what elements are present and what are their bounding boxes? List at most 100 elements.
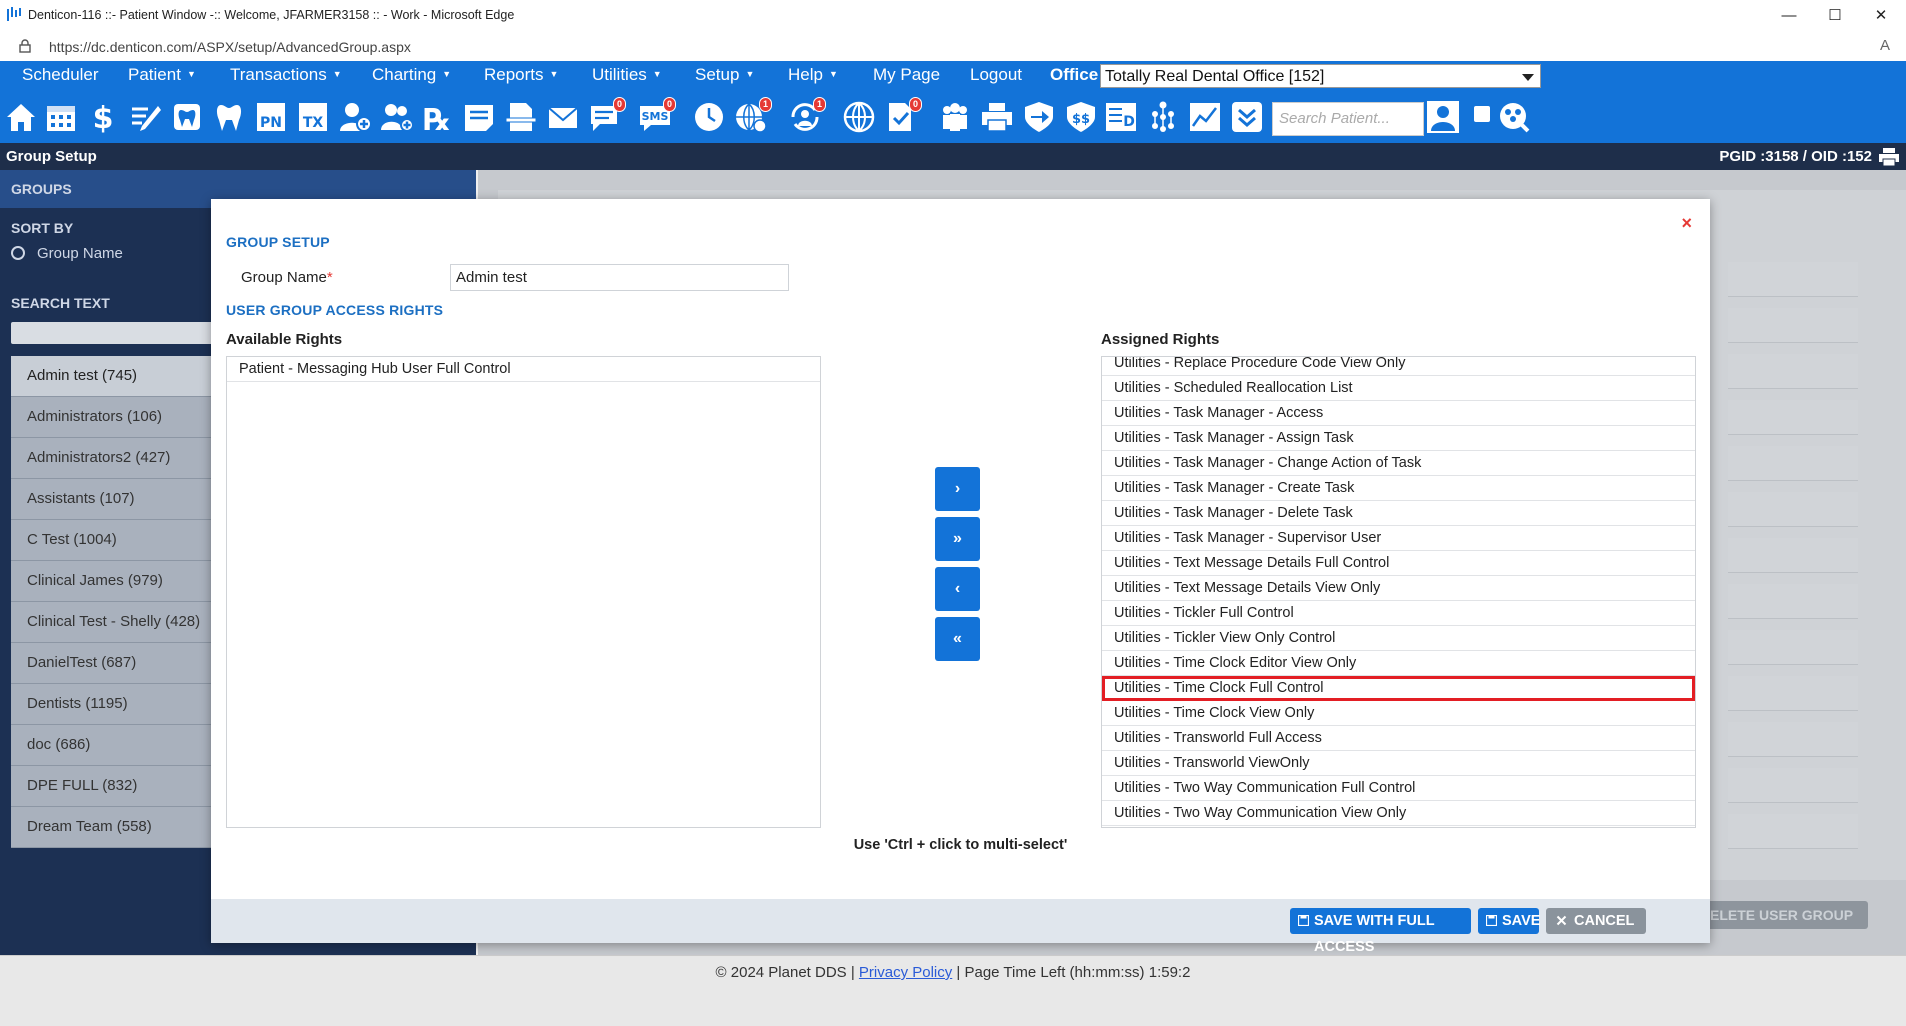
assigned-right-item[interactable]: Utilities - Task Manager - Delete Task [1102, 501, 1695, 526]
assigned-right-item[interactable]: Utilities - Task Manager - Change Action… [1102, 451, 1695, 476]
assigned-right-item[interactable]: Utilities - Task Manager - Access [1102, 401, 1695, 426]
save-with-full-access-button[interactable]: SAVE WITH FULL ACCESS [1290, 908, 1471, 955]
menu-my-page[interactable]: My Page [873, 65, 940, 85]
collapse-chevron-icon[interactable] [1230, 100, 1264, 134]
svg-text:D: D [1123, 114, 1135, 130]
detail-row [1728, 722, 1858, 757]
assigned-right-item[interactable]: Utilities - Text Message Details View On… [1102, 576, 1695, 601]
denticon-app-icon [7, 7, 21, 23]
available-right-item[interactable]: Patient - Messaging Hub User Full Contro… [227, 357, 820, 382]
printer-icon[interactable] [980, 100, 1014, 134]
move-right-button[interactable]: › [935, 467, 980, 511]
menu-help[interactable]: Help ▼ [788, 65, 838, 85]
group-search-icon[interactable] [1496, 100, 1530, 134]
cancel-button[interactable]: CANCEL [1546, 908, 1646, 934]
sort-option-label: Group Name [37, 245, 123, 262]
menu-patient[interactable]: Patient ▼ [128, 65, 196, 85]
save-button[interactable]: SAVE [1478, 908, 1541, 934]
svg-text:$$: $$ [1072, 112, 1090, 127]
assigned-right-item[interactable]: Utilities - Transworld Full Access [1102, 726, 1695, 751]
assigned-right-item[interactable]: Utilities - Two Way Communication View O… [1102, 801, 1695, 826]
assigned-right-item[interactable]: Utilities - Tickler View Only Control [1102, 626, 1695, 651]
menu-reports[interactable]: Reports ▼ [484, 65, 558, 85]
menu-setup[interactable]: Setup ▼ [695, 65, 754, 85]
prescription-icon[interactable]: ℞ [422, 100, 456, 138]
calendar-icon[interactable] [44, 100, 78, 134]
dollar-icon[interactable]: $ [86, 100, 120, 136]
read-aloud-icon[interactable]: A [1880, 37, 1890, 54]
assigned-right-item-highlighted[interactable]: Utilities - Time Clock Full Control [1102, 676, 1695, 701]
assigned-right-item[interactable]: Utilities - Time Clock View Only [1102, 701, 1695, 726]
menu-transactions[interactable]: Transactions ▼ [230, 65, 342, 85]
group-setup-heading: GROUP SETUP [226, 234, 330, 250]
notes-icon[interactable] [462, 100, 496, 134]
url-text[interactable]: https://dc.denticon.com/ASPX/setup/Advan… [49, 39, 411, 55]
move-all-right-button[interactable]: » [935, 517, 980, 561]
mail-icon[interactable] [546, 100, 580, 134]
scan-document-icon[interactable] [504, 100, 538, 134]
group-name-input[interactable] [450, 264, 789, 291]
assigned-right-item[interactable]: Utilities - Time Clock Editor View Only [1102, 651, 1695, 676]
clock-icon[interactable] [692, 100, 726, 134]
sort-group-name-radio[interactable]: Group Name [11, 245, 123, 262]
shield-dollar-icon[interactable]: $$ [1064, 100, 1098, 134]
menu-utilities[interactable]: Utilities ▼ [592, 65, 662, 85]
add-patient-icon[interactable] [338, 100, 372, 134]
move-left-button[interactable]: ‹ [935, 567, 980, 611]
available-rights-list[interactable]: Patient - Messaging Hub User Full Contro… [226, 356, 821, 828]
assigned-right-item[interactable]: Utilities - Scheduled Reallocation List [1102, 376, 1695, 401]
sync-patient-icon[interactable]: 1 [788, 97, 826, 134]
progress-notes-icon[interactable]: PN [254, 100, 288, 134]
add-family-icon[interactable] [380, 100, 414, 134]
tooth-chart-icon[interactable] [170, 100, 204, 134]
globe-user-icon[interactable]: 1 [734, 97, 772, 134]
detail-row [1728, 538, 1858, 573]
svg-text:SMS: SMS [642, 110, 669, 123]
assigned-right-item[interactable]: Utilities - Tickler Full Control [1102, 601, 1695, 626]
close-window-button[interactable]: ✕ [1858, 0, 1904, 31]
shield-arrow-icon[interactable] [1022, 100, 1056, 134]
menu-charting[interactable]: Charting ▼ [372, 65, 451, 85]
svg-text:$: $ [93, 101, 114, 134]
assigned-right-item[interactable]: Utilities - Replace Procedure Code View … [1102, 357, 1695, 376]
search-patient-input[interactable]: Search Patient... [1272, 102, 1424, 136]
delete-user-group-button[interactable]: ELETE USER GROUP [1702, 901, 1868, 929]
svg-text:TX: TX [303, 115, 324, 131]
maximize-button[interactable]: ☐ [1812, 0, 1858, 31]
checkbox-icon[interactable] [1474, 106, 1490, 122]
move-all-left-button[interactable]: « [935, 617, 980, 661]
assigned-right-item[interactable]: Utilities - Task Manager - Supervisor Us… [1102, 526, 1695, 551]
notes-edit-icon[interactable] [128, 100, 162, 134]
lock-icon [19, 39, 31, 58]
daysheet-icon[interactable]: D [1104, 100, 1138, 134]
privacy-policy-link[interactable]: Privacy Policy [859, 964, 952, 981]
group-setup-modal: × GROUP SETUP Group Name* USER GROUP ACC… [211, 199, 1710, 955]
sms-icon[interactable]: SMS 0 [638, 97, 676, 134]
office-select[interactable]: Totally Real Dental Office [152] [1100, 64, 1541, 88]
close-icon[interactable]: × [1681, 213, 1692, 234]
save-label: SAVE [1502, 913, 1541, 929]
print-icon[interactable] [1878, 147, 1900, 172]
tooth-icon[interactable] [212, 100, 246, 134]
users-group-icon[interactable] [938, 100, 972, 134]
minimize-button[interactable]: — [1766, 0, 1812, 31]
assigned-right-item[interactable]: Utilities - Transworld ViewOnly [1102, 751, 1695, 776]
document-check-icon[interactable]: 0 [884, 97, 922, 134]
assigned-rights-list[interactable]: Utilities - Replace Procedure Code View … [1101, 356, 1696, 828]
home-icon[interactable] [4, 100, 38, 134]
menu-scheduler[interactable]: Scheduler [22, 65, 99, 85]
patient-search-user-icon[interactable] [1426, 100, 1460, 134]
modal-footer: SAVE WITH FULL ACCESS SAVE CANCEL [211, 899, 1710, 955]
line-chart-icon[interactable] [1188, 100, 1222, 134]
assigned-right-item[interactable]: Utilities - Two Way Communication Full C… [1102, 776, 1695, 801]
treatment-plan-icon[interactable]: TX [296, 100, 330, 134]
web-globe-icon[interactable] [842, 100, 876, 134]
organization-chart-icon[interactable] [1146, 100, 1180, 134]
messages-icon[interactable]: 0 [588, 97, 626, 134]
assigned-right-item[interactable]: Utilities - Task Manager - Create Task [1102, 476, 1695, 501]
address-bar[interactable]: https://dc.denticon.com/ASPX/setup/Advan… [0, 31, 1906, 62]
assigned-right-item[interactable]: Utilities - Task Manager - Assign Task [1102, 426, 1695, 451]
detail-row [1728, 676, 1858, 711]
assigned-right-item[interactable]: Utilities - Text Message Details Full Co… [1102, 551, 1695, 576]
menu-logout[interactable]: Logout [970, 65, 1022, 85]
